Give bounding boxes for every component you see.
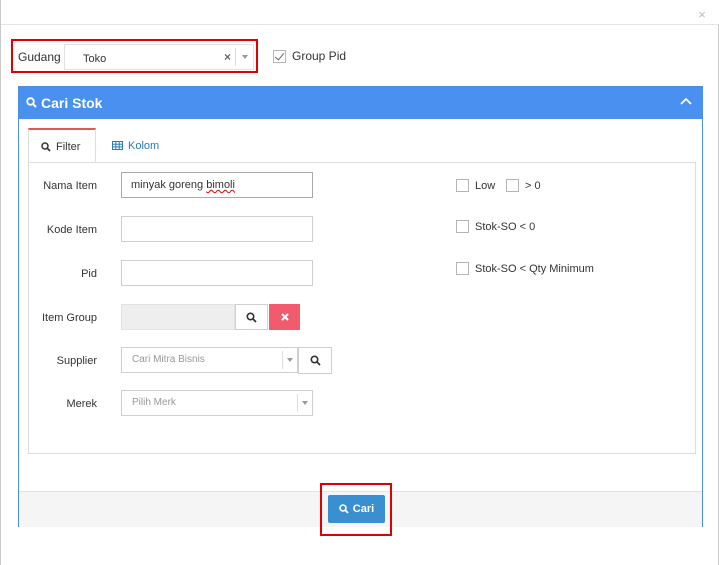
tab-filter[interactable]: Filter: [28, 128, 96, 163]
stock-dialog: × Gudang Toko × Group Pid Cari Stok Filt…: [0, 0, 719, 565]
low-label: Low: [475, 179, 496, 192]
stok-so-lt-qty-option[interactable]: Stok-SO < Qty Minimum: [456, 262, 594, 275]
stok-so-lt-qty-checkbox[interactable]: [456, 262, 469, 275]
low-checkbox[interactable]: [456, 179, 469, 192]
group-pid-checkbox[interactable]: [273, 49, 286, 63]
gudang-highlight: Gudang Toko ×: [11, 39, 258, 73]
search-icon: [41, 141, 51, 152]
gt0-label: > 0: [525, 179, 541, 192]
kode-item-label: Kode Item: [46, 224, 97, 236]
stok-so-lt0-label: Stok-SO < 0: [475, 220, 536, 233]
merek-divider: [297, 394, 298, 412]
gudang-divider: [235, 48, 236, 66]
cari-button[interactable]: Cari: [328, 495, 385, 523]
cari-highlight: Cari: [320, 483, 392, 536]
group-pid-option[interactable]: Group Pid: [273, 49, 346, 63]
merek-label: Merek: [66, 398, 97, 410]
nama-item-value-prefix: minyak goreng: [131, 179, 207, 191]
kode-item-input[interactable]: [121, 216, 313, 242]
supplier-placeholder: Cari Mitra Bisnis: [132, 354, 205, 365]
gudang-selected-value: Toko: [83, 53, 107, 65]
search-icon: [246, 311, 257, 323]
merek-select[interactable]: Pilih Merk: [121, 390, 313, 416]
table-icon: [112, 141, 123, 150]
nama-item-value-misspelled: bimoli: [206, 179, 235, 191]
merek-placeholder: Pilih Merk: [132, 397, 176, 408]
close-icon[interactable]: ×: [696, 8, 708, 21]
chevron-down-icon[interactable]: [242, 55, 248, 59]
close-icon: [280, 313, 289, 321]
panel-header: Cari Stok: [19, 87, 702, 119]
gudang-label: Gudang: [18, 50, 61, 64]
gudang-clear-icon[interactable]: ×: [224, 50, 231, 64]
nama-item-label: Nama Item: [43, 180, 97, 192]
item-group-search-button[interactable]: [235, 304, 268, 330]
gt0-checkbox[interactable]: [506, 179, 519, 192]
chevron-down-icon[interactable]: [287, 358, 293, 362]
item-group-label: Item Group: [41, 312, 97, 324]
low-option[interactable]: Low: [456, 179, 495, 192]
search-icon: [26, 97, 37, 108]
nama-item-input[interactable]: minyak goreng bimoli: [121, 172, 313, 198]
gt0-option[interactable]: > 0: [506, 179, 541, 192]
supplier-label: Supplier: [56, 355, 97, 367]
search-icon: [338, 504, 349, 514]
chevron-down-icon[interactable]: [302, 401, 308, 405]
dialog-top-bar: ×: [1, 0, 719, 25]
tab-kolom[interactable]: Kolom: [100, 128, 174, 163]
supplier-search-button[interactable]: [298, 347, 332, 374]
pid-label: Pid: [81, 268, 97, 280]
cari-button-label: Cari: [352, 503, 375, 515]
tab-filter-label: Filter: [56, 140, 81, 153]
stok-so-lt0-option[interactable]: Stok-SO < 0: [456, 220, 535, 233]
item-group-field: [121, 304, 235, 330]
search-icon: [309, 355, 321, 366]
supplier-select[interactable]: Cari Mitra Bisnis: [121, 347, 298, 373]
supplier-divider: [282, 351, 283, 369]
filter-content: Nama Item minyak goreng bimoli Kode Item…: [28, 162, 696, 454]
tab-kolom-label: Kolom: [128, 139, 160, 152]
panel-title: Cari Stok: [41, 95, 103, 111]
gudang-select[interactable]: Toko ×: [64, 44, 254, 70]
item-group-clear-button[interactable]: [269, 304, 300, 330]
group-pid-label: Group Pid: [292, 49, 347, 63]
stok-so-lt-qty-label: Stok-SO < Qty Minimum: [475, 262, 594, 275]
chevron-up-icon[interactable]: [680, 97, 692, 105]
cari-stok-panel: Cari Stok Filter Kolom Nama Item minyak …: [18, 86, 703, 527]
stok-so-lt0-checkbox[interactable]: [456, 220, 469, 233]
pid-input[interactable]: [121, 260, 313, 286]
